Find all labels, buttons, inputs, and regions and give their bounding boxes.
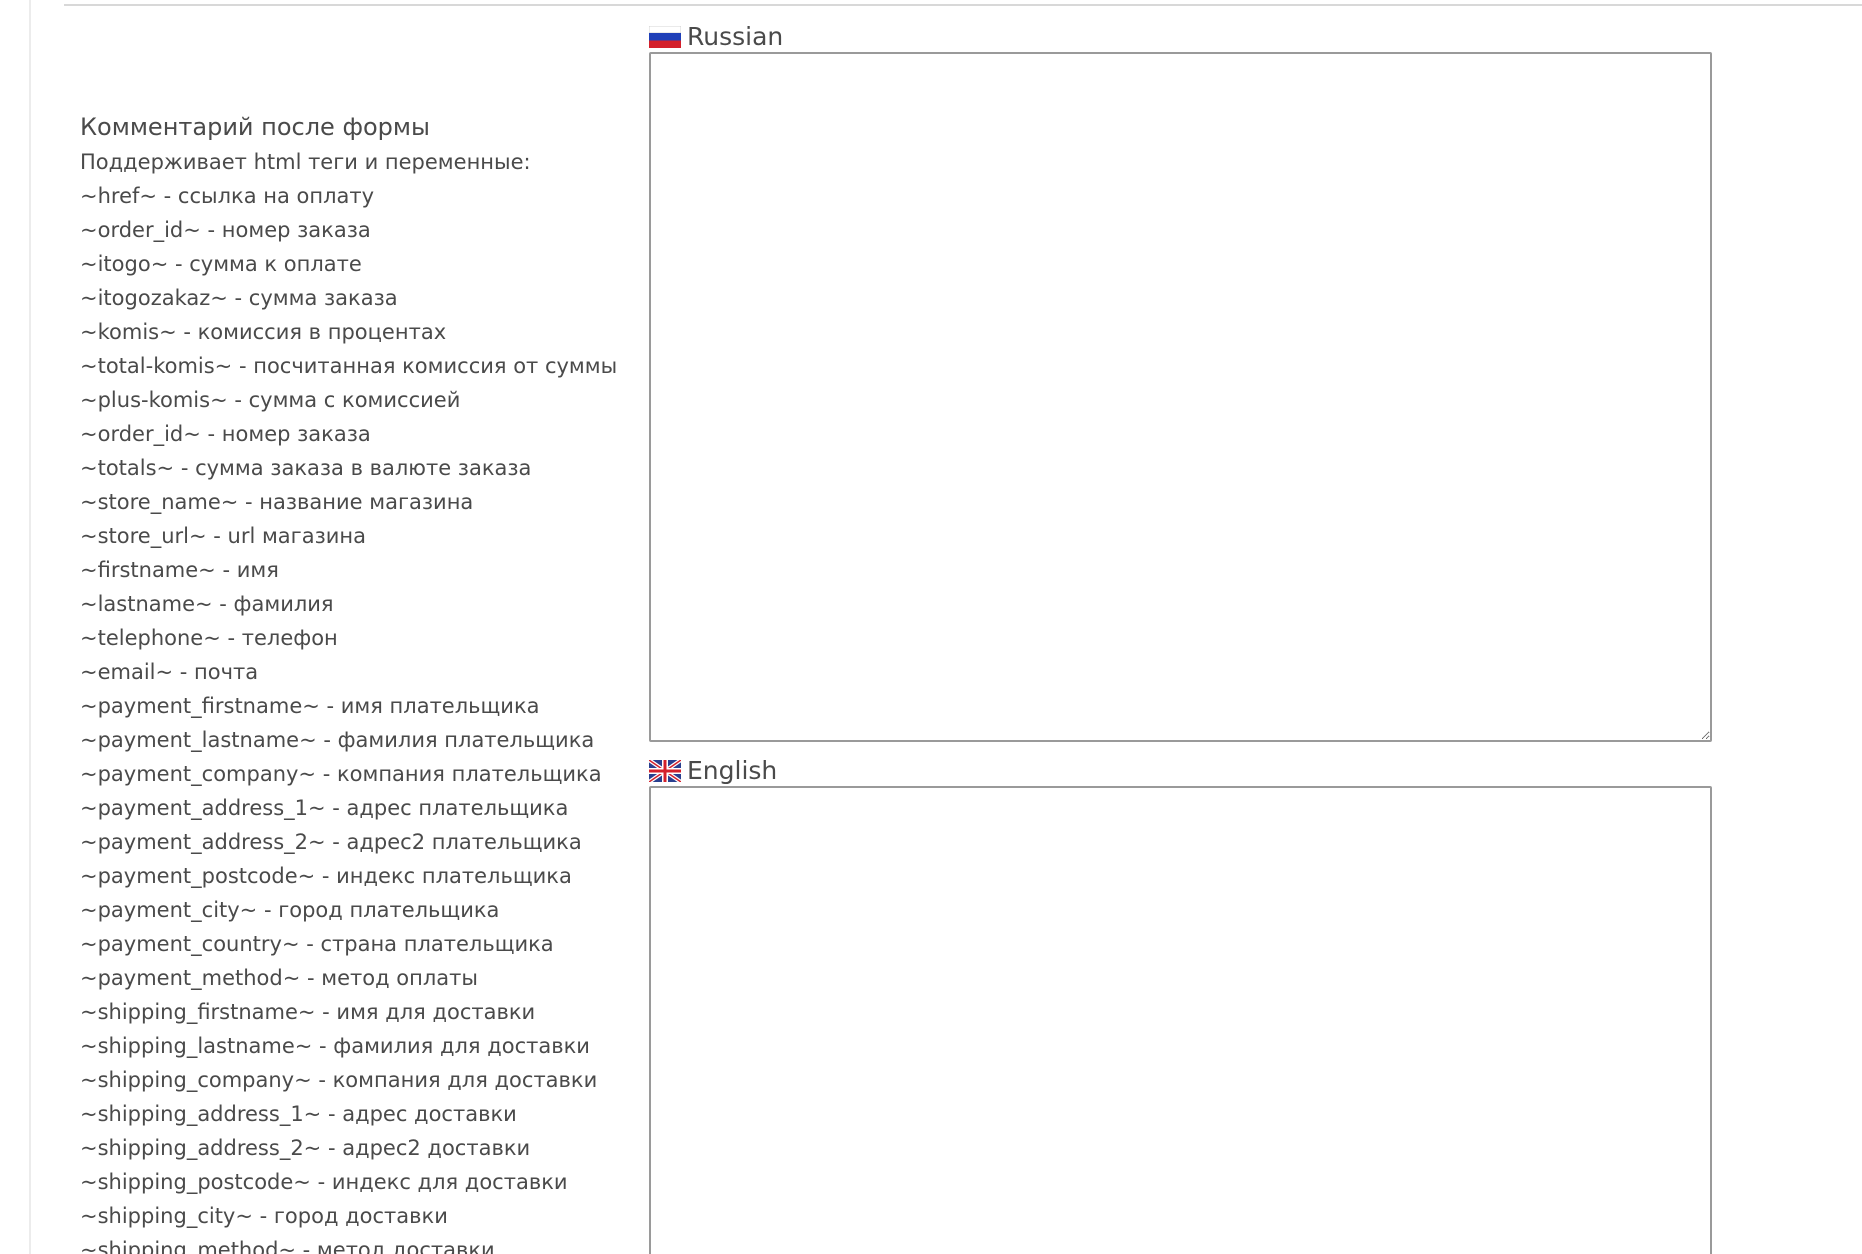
help-line: ~shipping_address_2~ - адрес2 доставки [80,1136,531,1160]
lang-block-english: English [647,756,1712,1254]
help-line: ~firstname~ - имя [80,558,279,582]
help-line: ~order_id~ - номер заказа [80,422,371,446]
help-line: ~telephone~ - телефон [80,626,338,650]
help-line: ~shipping_method~ - метод доставки [80,1238,495,1254]
help-line: ~payment_address_1~ - адрес плательщика [80,796,569,820]
help-line: ~href~ - ссылка на оплату [80,184,375,208]
help-line: ~totals~ - сумма заказа в валюте заказа [80,456,532,480]
help-line: Поддерживает html теги и переменные: [80,150,531,174]
left-border [29,0,31,1254]
comment-textarea-english[interactable] [649,786,1712,1254]
variables-help-list: Поддерживает html теги и переменные: ~hr… [80,145,640,1254]
uk-flag-icon [647,758,683,784]
lang-block-russian: Russian [648,22,1712,742]
help-line: ~order_id~ - номер заказа [80,218,371,242]
top-divider [64,4,1862,6]
help-line: ~payment_method~ - метод оплаты [80,966,478,990]
field-title: Комментарий после формы [80,113,430,141]
help-line: ~payment_country~ - страна плательщика [80,932,554,956]
help-line: ~lastname~ - фамилия [80,592,334,616]
help-line: ~payment_company~ - компания плательщика [80,762,602,786]
help-line: ~itogo~ - сумма к оплате [80,252,362,276]
lang-header-russian: Russian [648,22,1712,52]
help-line: ~store_name~ - название магазина [80,490,474,514]
help-line: ~shipping_address_1~ - адрес доставки [80,1102,517,1126]
help-line: ~shipping_postcode~ - индекс для доставк… [80,1170,568,1194]
help-line: ~payment_address_2~ - адрес2 плательщика [80,830,582,854]
help-line: ~itogozakaz~ - сумма заказа [80,286,398,310]
help-line: ~total-komis~ - посчитанная комиссия от … [80,354,618,378]
help-line: ~komis~ - комиссия в процентах [80,320,447,344]
settings-page: Комментарий после формы Поддерживает htm… [0,0,1862,1254]
help-line: ~shipping_lastname~ - фамилия для достав… [80,1034,590,1058]
help-line: ~payment_firstname~ - имя плательщика [80,694,540,718]
lang-name: English [687,756,778,785]
lang-name: Russian [687,22,784,51]
field-label-column: Комментарий после формы Поддерживает htm… [80,110,640,1254]
comment-textarea-russian[interactable] [649,52,1712,742]
lang-header-english: English [647,756,1712,786]
help-line: ~payment_postcode~ - индекс плательщика [80,864,572,888]
help-line: ~payment_city~ - город плательщика [80,898,500,922]
help-line: ~shipping_city~ - город доставки [80,1204,448,1228]
help-line: ~plus-komis~ - сумма с комиссией [80,388,461,412]
help-line: ~email~ - почта [80,660,259,684]
help-line: ~payment_lastname~ - фамилия плательщика [80,728,595,752]
russia-flag-icon [648,25,682,48]
help-line: ~store_url~ - url магазина [80,524,366,548]
help-line: ~shipping_company~ - компания для достав… [80,1068,598,1092]
help-line: ~shipping_firstname~ - имя для доставки [80,1000,536,1024]
